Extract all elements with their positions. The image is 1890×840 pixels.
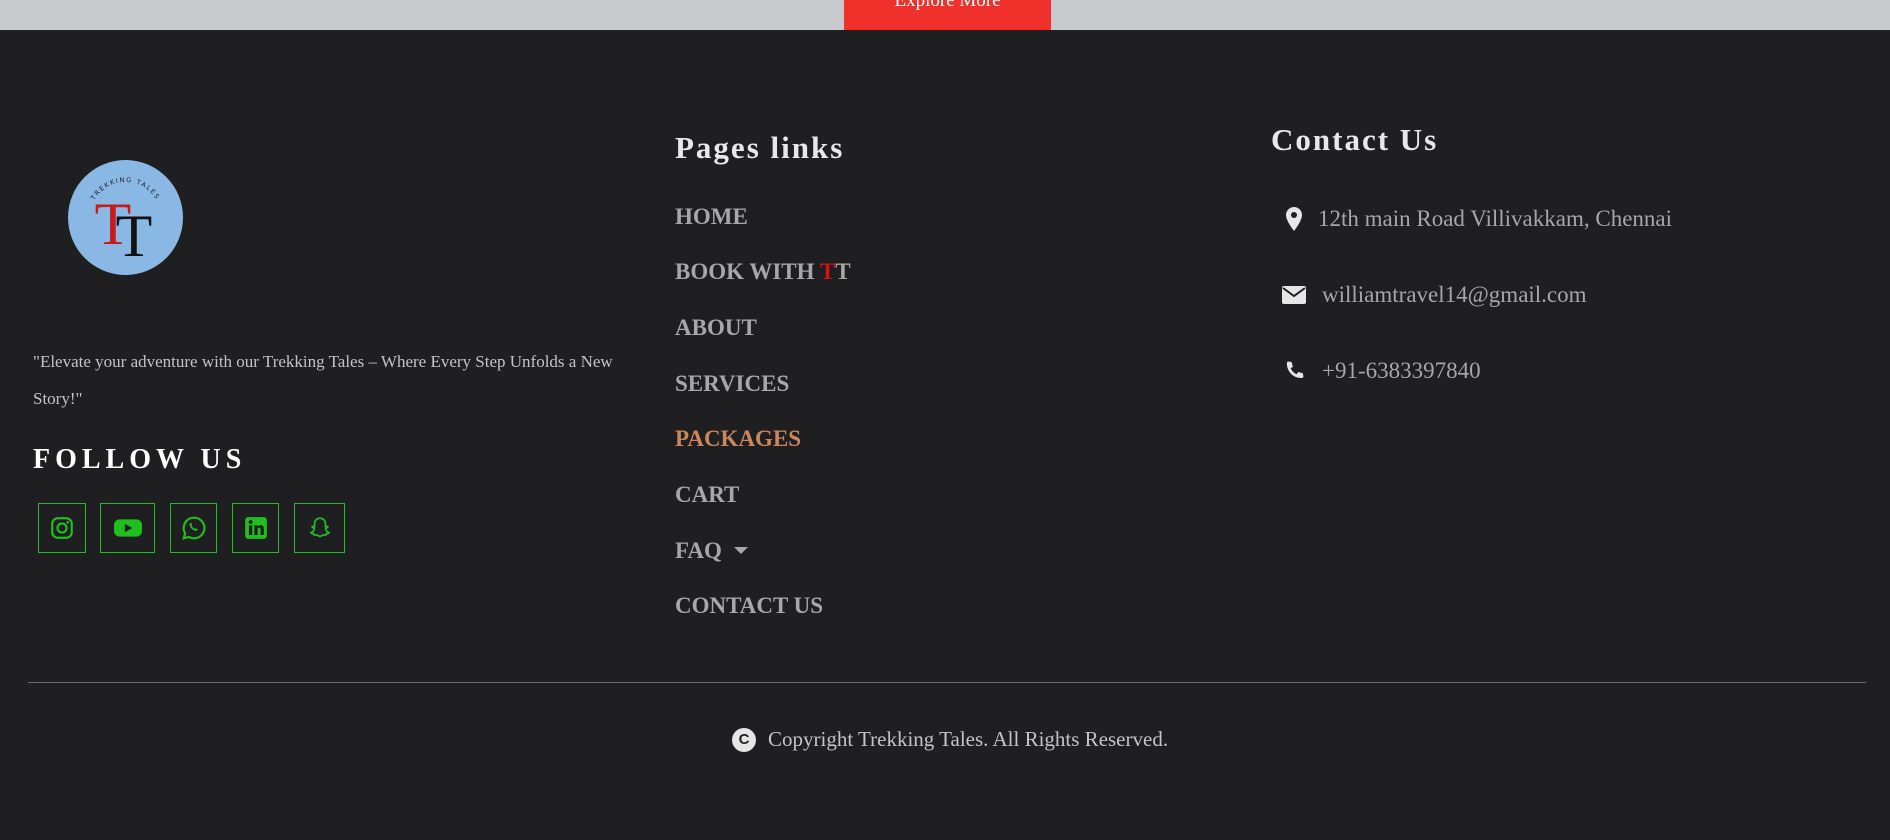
top-band: Explore More xyxy=(0,0,1890,30)
brand-tagline: "Elevate your adventure with our Trekkin… xyxy=(33,352,613,408)
email-text: williamtravel14@gmail.com xyxy=(1322,282,1587,307)
nav-about-link[interactable]: ABOUT xyxy=(675,315,757,341)
phone-text: +91-6383397840 xyxy=(1322,358,1481,383)
youtube-icon xyxy=(113,519,142,537)
footer-divider xyxy=(28,682,1866,683)
map-marker-icon xyxy=(1280,205,1308,233)
copyright-notice: C Copyright Trekking Tales. All Rights R… xyxy=(732,727,1168,752)
snapchat-icon xyxy=(309,517,330,538)
nav-packages-link[interactable]: PACKAGES xyxy=(675,426,801,452)
svg-text:T: T xyxy=(116,203,153,269)
pages-links-heading: Pages links xyxy=(675,130,845,165)
phone-icon xyxy=(1280,357,1308,385)
linkedin-icon xyxy=(244,517,267,539)
follow-us-heading: FOLLOW US xyxy=(33,444,247,475)
address-text: 12th main Road Villivakkam, Chennai xyxy=(1318,206,1673,231)
contact-us-heading: Contact Us xyxy=(1271,122,1439,157)
logo-graphic: TREKKING TALES T T xyxy=(89,176,161,269)
book-suffix-letter: T xyxy=(835,259,851,284)
youtube-button[interactable] xyxy=(100,503,155,553)
nav-faq-dropdown[interactable]: FAQ xyxy=(675,538,748,564)
contact-address: 12th main Road Villivakkam, Chennai xyxy=(1280,205,1672,233)
faq-label: FAQ xyxy=(675,538,722,563)
copyright-icon: C xyxy=(732,727,756,752)
envelope-icon xyxy=(1280,281,1308,309)
linkedin-button[interactable] xyxy=(232,503,279,553)
snapchat-button[interactable] xyxy=(294,503,345,553)
trekking-tales-logo[interactable]: TREKKING TALES T T xyxy=(68,160,183,275)
book-with-label: BOOK WITH xyxy=(675,259,820,284)
contact-phone[interactable]: +91-6383397840 xyxy=(1280,357,1481,385)
contact-email[interactable]: williamtravel14@gmail.com xyxy=(1280,281,1587,309)
site-footer: TREKKING TALES T T "Elevate your adventu… xyxy=(0,30,1890,840)
instagram-icon xyxy=(51,517,73,539)
copyright-text: Copyright Trekking Tales. All Rights Res… xyxy=(768,727,1169,751)
nav-cart-link[interactable]: CART xyxy=(675,482,739,508)
caret-down-icon xyxy=(733,547,748,554)
whatsapp-icon xyxy=(181,516,205,540)
nav-contact-us-link[interactable]: CONTACT US xyxy=(675,593,823,619)
nav-home-link[interactable]: HOME xyxy=(675,204,748,230)
nav-services-link[interactable]: SERVICES xyxy=(675,371,789,397)
explore-more-button[interactable]: Explore More xyxy=(844,0,1051,30)
nav-book-with-tt-link[interactable]: BOOK WITH TT xyxy=(675,259,851,285)
instagram-button[interactable] xyxy=(38,503,86,553)
whatsapp-button[interactable] xyxy=(170,503,217,553)
book-red-letter: T xyxy=(819,259,836,284)
